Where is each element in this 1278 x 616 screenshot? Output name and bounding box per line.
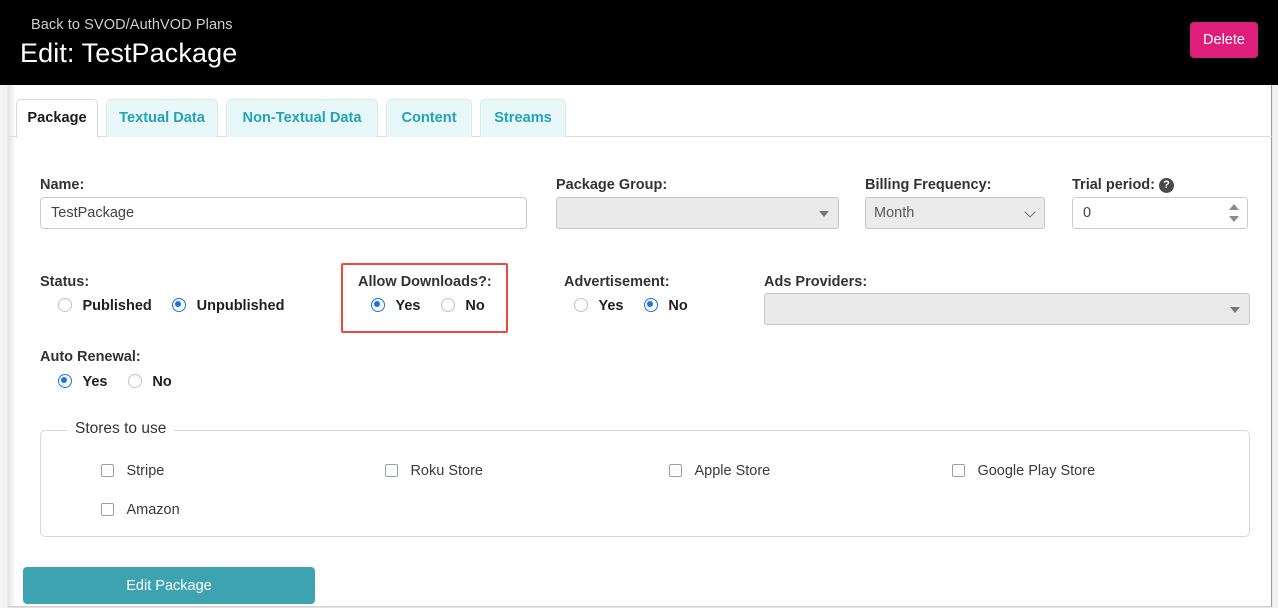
delete-button[interactable]: Delete	[1190, 22, 1258, 58]
trial-period-stepper[interactable]	[1226, 201, 1242, 225]
tab-textual-data[interactable]: Textual Data	[106, 99, 218, 137]
stepper-down-icon[interactable]	[1229, 216, 1239, 222]
name-input[interactable]	[40, 197, 527, 229]
radio-icon	[58, 374, 72, 388]
store-label: Amazon	[126, 502, 180, 518]
status-option-label: Unpublished	[196, 298, 285, 314]
auto-renewal-option-yes[interactable]: Yes	[58, 373, 107, 391]
tab-package[interactable]: Package	[16, 99, 98, 138]
auto-renewal-option-no[interactable]: No	[127, 373, 172, 391]
stores-legend: Stores to use	[67, 420, 175, 438]
question-mark-icon[interactable]: ?	[1159, 178, 1174, 193]
chevron-down-icon	[819, 211, 829, 217]
auto-renewal-radio-group: Yes No	[58, 373, 188, 391]
allow-downloads-label: Allow Downloads?:	[358, 274, 492, 290]
advertisement-option-label: No	[668, 298, 688, 314]
store-checkbox-stripe[interactable]: Stripe	[101, 462, 164, 480]
billing-frequency-label: Billing Frequency:	[865, 177, 992, 193]
checkbox-icon	[101, 464, 114, 477]
advertisement-radio-group: Yes No	[574, 297, 704, 315]
tab-streams[interactable]: Streams	[480, 99, 566, 137]
store-label: Google Play Store	[977, 463, 1096, 479]
checkbox-icon	[669, 464, 682, 477]
ads-providers-label: Ads Providers:	[764, 274, 868, 290]
advertisement-option-yes[interactable]: Yes	[574, 297, 623, 315]
radio-icon	[172, 298, 187, 312]
page-root: Back to SVOD/AuthVOD Plans Edit: TestPac…	[0, 0, 1278, 616]
page-bottom-edge	[0, 608, 1278, 616]
store-checkbox-apple-store[interactable]: Apple Store	[669, 462, 770, 480]
tab-bar: Package Textual Data Non-Textual Data Co…	[8, 99, 1272, 138]
trial-period-label: Trial period:	[1072, 177, 1155, 193]
page-title: Edit: TestPackage	[20, 38, 238, 68]
status-radio-group: Published Unpublished	[58, 297, 300, 315]
chevron-down-icon	[1024, 206, 1036, 218]
radio-icon	[574, 298, 588, 312]
store-label: Stripe	[126, 463, 165, 479]
name-label: Name:	[40, 177, 85, 193]
status-label: Status:	[40, 274, 90, 290]
content-panel: Package Textual Data Non-Textual Data Co…	[8, 85, 1272, 607]
radio-icon	[58, 298, 72, 312]
edit-package-button[interactable]: Edit Package	[23, 567, 315, 604]
radio-icon	[127, 374, 142, 388]
advertisement-option-no[interactable]: No	[643, 297, 688, 315]
checkbox-icon	[952, 464, 965, 477]
billing-frequency-select[interactable]: Month	[865, 197, 1045, 229]
status-option-label: Published	[82, 298, 152, 314]
checkbox-icon	[101, 503, 114, 516]
allow-downloads-option-yes[interactable]: Yes	[371, 297, 420, 315]
auto-renewal-option-label: Yes	[82, 374, 108, 390]
advertisement-label: Advertisement:	[564, 274, 670, 290]
stepper-up-icon[interactable]	[1229, 204, 1239, 210]
store-label: Apple Store	[694, 463, 771, 479]
status-option-unpublished[interactable]: Unpublished	[172, 297, 284, 315]
allow-downloads-radio-group: Yes No	[371, 297, 501, 315]
advertisement-option-label: Yes	[598, 298, 624, 314]
auto-renewal-label: Auto Renewal:	[40, 349, 141, 365]
allow-downloads-option-no[interactable]: No	[440, 297, 485, 315]
allow-downloads-option-label: Yes	[395, 298, 421, 314]
checkbox-icon	[385, 464, 398, 477]
radio-icon	[440, 298, 455, 312]
package-form: Name: Package Group: Billing Frequency: …	[8, 137, 1272, 607]
package-group-label: Package Group:	[556, 177, 668, 193]
billing-frequency-value: Month	[874, 205, 915, 221]
store-checkbox-roku-store[interactable]: Roku Store	[385, 462, 483, 480]
back-link[interactable]: Back to SVOD/AuthVOD Plans	[31, 17, 233, 33]
stores-fieldset: Stores to use Stripe Roku Store Apple St…	[40, 420, 1250, 537]
page-header: Back to SVOD/AuthVOD Plans Edit: TestPac…	[0, 0, 1278, 85]
tab-content[interactable]: Content	[386, 99, 472, 137]
allow-downloads-option-label: No	[465, 298, 485, 314]
radio-icon	[643, 298, 658, 312]
auto-renewal-option-label: No	[152, 374, 172, 390]
package-group-select[interactable]	[556, 197, 839, 229]
tab-non-textual-data[interactable]: Non-Textual Data	[226, 99, 378, 137]
store-checkbox-amazon[interactable]: Amazon	[101, 501, 180, 519]
trial-period-input[interactable]	[1072, 197, 1248, 229]
status-option-published[interactable]: Published	[58, 297, 152, 315]
radio-icon	[371, 298, 385, 312]
chevron-down-icon	[1230, 307, 1240, 313]
store-label: Roku Store	[410, 463, 483, 479]
ads-providers-select[interactable]	[764, 293, 1250, 325]
store-checkbox-google-play-store[interactable]: Google Play Store	[952, 462, 1095, 480]
